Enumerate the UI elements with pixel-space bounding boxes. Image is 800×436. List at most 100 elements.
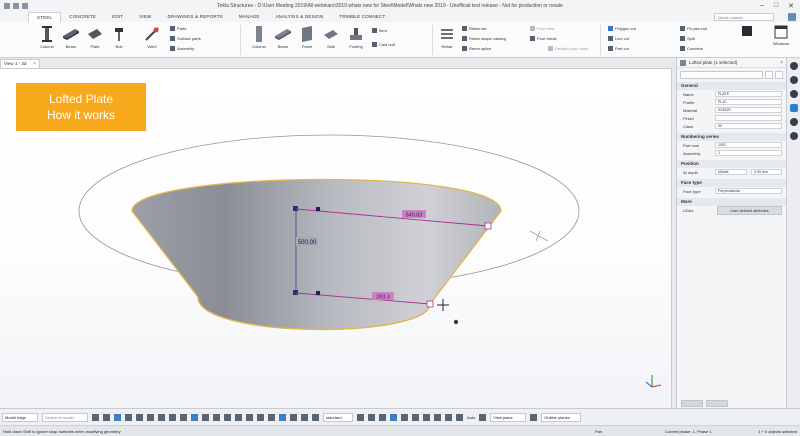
get-button[interactable] [706, 400, 728, 407]
polygon-cut-button[interactable]: Polygon cut [608, 26, 636, 31]
properties-icon[interactable] [790, 104, 798, 112]
snap-icon[interactable] [268, 413, 275, 421]
component-button[interactable] [740, 25, 754, 39]
snap-icon[interactable] [103, 413, 110, 421]
tab-drawings-reports[interactable]: DRAWINGS & REPORTS [160, 12, 231, 22]
minimize-icon[interactable]: – [760, 2, 764, 10]
section-numbering[interactable]: Numbering series [677, 133, 786, 141]
view-plane-select[interactable]: View plane [490, 412, 527, 422]
snap-icon[interactable] [147, 413, 154, 421]
property-set-select[interactable] [680, 71, 763, 79]
properties-options-icon[interactable] [775, 71, 783, 79]
windows-button[interactable]: Windows [770, 25, 792, 46]
snap-icon[interactable] [368, 413, 375, 421]
assembly-number-field[interactable]: 1 [715, 149, 782, 157]
concrete-beam-button[interactable]: Beam [274, 26, 292, 49]
lofted-plate[interactable] [131, 178, 502, 331]
tab-manage[interactable]: MANAGE [231, 12, 268, 22]
snap-icon[interactable] [456, 413, 463, 421]
line-cut-button[interactable]: Line cut [608, 36, 629, 41]
maximize-icon[interactable]: □ [774, 2, 778, 10]
snap-icon[interactable] [92, 413, 99, 421]
depth-select[interactable]: Middle [715, 168, 747, 176]
detailed-pour-units-button[interactable]: Detailed pour units [548, 46, 588, 51]
concrete-slab-button[interactable]: Slab [322, 26, 340, 49]
snap-icon[interactable] [479, 413, 487, 421]
concrete-footing-button[interactable]: Footing [346, 26, 366, 49]
face-type-select[interactable]: Perpendicular [715, 187, 782, 195]
tab-analysis-design[interactable]: ANALYSIS & DESIGN [268, 12, 332, 22]
catalog-icon[interactable] [790, 90, 798, 98]
search-input[interactable]: Search in model [42, 412, 88, 422]
snap-icon[interactable] [290, 413, 297, 421]
parts-button[interactable]: Parts [170, 26, 186, 31]
save-properties-icon[interactable] [765, 71, 773, 79]
dimension-handle[interactable] [316, 291, 320, 295]
view-tab[interactable]: View 1 - 3d × [0, 59, 40, 68]
item-button[interactable]: Item [372, 28, 387, 33]
model-viewport[interactable]: 500.00 849.83 283.3 Lofted Plate How it … [0, 68, 672, 408]
fit-part-end-button[interactable]: Fit part end [680, 26, 707, 31]
section-position[interactable]: Position [677, 160, 786, 168]
rebar-button[interactable]: Rebar [438, 26, 456, 49]
tab-concrete[interactable]: CONCRETE [61, 12, 104, 22]
quick-access-toolbar[interactable] [0, 3, 40, 9]
snap-icon[interactable] [125, 413, 132, 421]
finish-field[interactable] [715, 114, 782, 122]
snap-icon[interactable] [158, 413, 165, 421]
snap-icon[interactable] [379, 413, 386, 421]
snap-icon[interactable] [445, 413, 452, 421]
concrete-panel-button[interactable]: Panel [298, 26, 316, 49]
part-number-field[interactable]: 1001 [715, 141, 782, 149]
snap-icon[interactable] [312, 413, 319, 421]
steel-beam-button[interactable]: Beam [62, 26, 80, 49]
save-icon[interactable] [4, 3, 10, 9]
rebar-shape-catalog-button[interactable]: Rebar shape catalog [462, 36, 506, 41]
close-view-icon[interactable]: × [33, 60, 36, 68]
snap-icon[interactable] [235, 413, 242, 421]
tools-icon[interactable] [790, 118, 798, 126]
snap-icon[interactable] [412, 413, 419, 421]
info-icon[interactable] [790, 76, 798, 84]
undo-icon[interactable] [13, 3, 19, 9]
steel-column-button[interactable]: Column [38, 26, 56, 49]
control-point[interactable] [426, 300, 434, 308]
snap-icon[interactable] [530, 413, 538, 421]
snap-icon[interactable] [180, 413, 187, 421]
snap-icon[interactable] [390, 413, 397, 421]
tab-view[interactable]: VIEW [131, 12, 159, 22]
snap-icon[interactable] [136, 413, 143, 421]
cast-unit-button[interactable]: Cast unit [372, 42, 395, 47]
snap-icon[interactable] [191, 413, 198, 421]
snap-icon[interactable] [434, 413, 441, 421]
close-icon[interactable]: ✕ [788, 2, 794, 10]
standard-select[interactable]: standard [323, 412, 353, 422]
modify-button[interactable] [681, 400, 703, 407]
user-icon[interactable] [788, 13, 796, 21]
snap-icon[interactable] [279, 413, 286, 421]
settings-icon[interactable] [790, 132, 798, 140]
class-select[interactable]: 99 [715, 122, 782, 130]
snap-icon[interactable] [301, 413, 308, 421]
snap-icon[interactable] [114, 413, 121, 421]
section-more[interactable]: More [677, 198, 786, 206]
pour-break-button[interactable]: Pour break [530, 36, 557, 41]
tab-steel[interactable]: STEEL [28, 12, 62, 22]
snap-icon[interactable] [246, 413, 253, 421]
snap-icon[interactable] [224, 413, 231, 421]
material-field[interactable]: S235JR [715, 106, 782, 114]
dimension-handle[interactable] [316, 207, 320, 211]
tab-edit[interactable]: EDIT [104, 12, 131, 22]
steel-bolt-button[interactable]: Bolt [110, 26, 128, 49]
redo-icon[interactable] [22, 3, 28, 9]
snap-icon[interactable] [169, 413, 176, 421]
control-point[interactable] [484, 222, 492, 230]
section-face-type[interactable]: Face type [677, 179, 786, 187]
tab-trimble-connect[interactable]: TRIMBLE CONNECT [331, 12, 393, 22]
user-defined-attributes-button[interactable]: User-defined attributes [717, 206, 782, 215]
snap-icon[interactable] [213, 413, 220, 421]
profile-field[interactable]: PL10 [715, 98, 782, 106]
name-field[interactable]: PLATE [715, 90, 782, 98]
section-general[interactable]: General [677, 82, 786, 90]
auto-label[interactable]: Auto [467, 415, 475, 420]
